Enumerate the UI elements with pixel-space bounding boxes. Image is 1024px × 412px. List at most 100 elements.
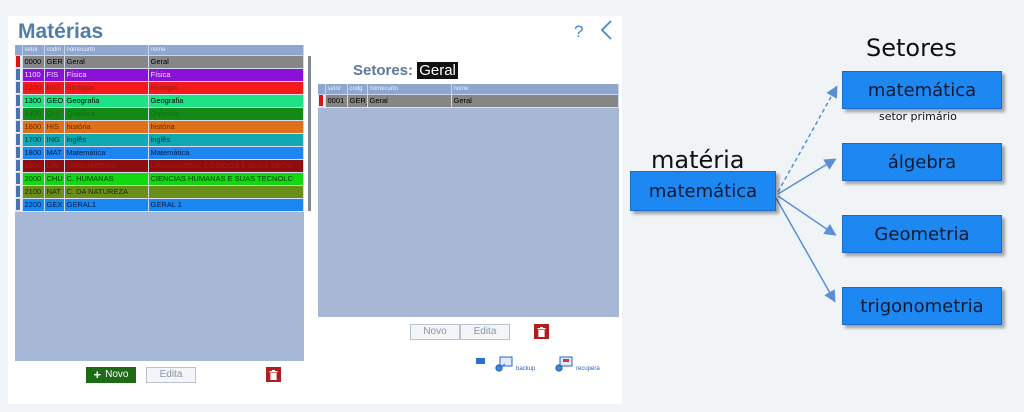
novo-setor-button[interactable]: Novo [410, 324, 460, 340]
novo-materia-button[interactable]: + Novo [86, 367, 136, 383]
setores-column-header[interactable]: codg [347, 84, 368, 95]
materias-window: Matérias ? setor codm nomecurto nome 0000 GE… [8, 16, 622, 404]
setores-column-header[interactable]: nome [451, 84, 619, 95]
cell-codm: CHU [44, 172, 65, 186]
cell-codm: BIO [44, 81, 65, 95]
cell-nomecurto: C. HUMANAS [64, 172, 149, 186]
materias-row[interactable]: 2100 NAT C. DA NATUREZA [15, 185, 304, 199]
cell-setor: 2000 [22, 172, 45, 186]
cell-nomecurto: Geral [367, 94, 452, 108]
cell-nomecurto: GERAL1 [64, 198, 149, 212]
chevron-left-icon[interactable] [598, 19, 616, 41]
novo-materia-label: Novo [105, 369, 129, 380]
restore-icon [555, 356, 573, 372]
materias-row[interactable]: 1100 FIS Física Física [15, 68, 304, 82]
materias-row[interactable]: 1900 LIN LINGUAGENS LINGUAGENS, CÓDIGOS E S… [15, 159, 304, 173]
cell-nome: LINGUAGENS, CÓDIGOS E SUAS TECN [148, 159, 304, 173]
target-box-matematica: matemática [842, 71, 1002, 109]
materias-column-header[interactable]: nomecurto [64, 45, 149, 56]
row-marker [16, 160, 20, 171]
cell-codm: GER [44, 55, 65, 69]
source-materia-box: matemática [630, 171, 776, 211]
cell-setor: 2100 [22, 185, 45, 199]
row-indicator [15, 68, 23, 82]
materias-row[interactable]: 1200 BIO Biologia Biologia [15, 81, 304, 95]
cell-nomecurto: inglês [64, 133, 149, 147]
row-indicator [15, 81, 23, 95]
setores-row[interactable]: 0001GER_GeralGeral [318, 94, 619, 108]
cell-nome: história [148, 120, 304, 134]
row-indicator [15, 133, 23, 147]
setores-diagram-heading: Setores [866, 34, 957, 62]
setores-header-row: setor codg nomecurto nome [318, 84, 619, 95]
materias-column-header[interactable]: nome [148, 45, 304, 56]
row-indicator [15, 198, 23, 212]
row-marker [16, 186, 20, 197]
setores-grid[interactable]: setorcodgnomecurtonome 0001GER_GeralGera… [318, 84, 619, 317]
materias-row[interactable]: 1300 GEO Geografia Geografia [15, 94, 304, 108]
row-marker [16, 95, 20, 106]
cell-nome: Biologia [148, 81, 304, 95]
selected-row-marker [16, 56, 20, 67]
cell-codm: GEO [44, 94, 65, 108]
cell-codm: NAT [44, 185, 65, 199]
help-icon[interactable]: ? [574, 22, 583, 42]
materias-row[interactable]: 1600 HIS história história [15, 120, 304, 134]
setores-column-header[interactable]: setor [325, 84, 348, 95]
recupera-button[interactable]: recupera [554, 356, 600, 372]
cell-codm: HIS [44, 120, 65, 134]
cell-nomecurto: Matemática [64, 146, 149, 160]
edita-materia-button[interactable]: Edita [146, 367, 196, 383]
edita-setor-button[interactable]: Edita [460, 324, 510, 340]
row-indicator [15, 172, 23, 186]
materias-row[interactable]: 0000 GER Geral Geral [15, 55, 304, 69]
cell-nomecurto: Geografia [64, 94, 149, 108]
trash-icon [537, 326, 546, 337]
cell-setor: 1800 [22, 146, 45, 160]
materias-row[interactable]: 1700 ING inglês inglês [15, 133, 304, 147]
materias-row[interactable]: 1400 QUI Química Química [15, 107, 304, 121]
setores-label: Setores: [353, 62, 414, 79]
cell-codm: GEX [44, 198, 65, 212]
cell-nome: Química [148, 107, 304, 121]
cell-nome: GERAL 1 [148, 198, 304, 212]
cell-setor: 0000 [22, 55, 45, 69]
delete-materia-button[interactable] [266, 367, 281, 382]
row-marker [16, 121, 20, 132]
materias-row[interactable]: 2200 GEX GERAL1 GERAL 1 [15, 198, 304, 212]
materias-column-header[interactable]: codm [44, 45, 65, 56]
cell-setor: 1200 [22, 81, 45, 95]
cell-setor: 2200 [22, 198, 45, 212]
cell-nomecurto: Química [64, 107, 149, 121]
cell-nome: Física [148, 68, 304, 82]
cell-nome [148, 185, 304, 199]
delete-setor-button[interactable] [534, 324, 549, 339]
cell-nomecurto: LINGUAGENS [64, 159, 149, 173]
cell-nome: Geral [451, 94, 619, 108]
primary-sector-caption: setor primário [879, 110, 957, 123]
small-blue-button[interactable] [476, 358, 485, 364]
cell-nomecurto: Geral [64, 55, 149, 69]
cell-setor: 1600 [22, 120, 45, 134]
materias-column-header[interactable]: setor [22, 45, 45, 56]
target-box-trigonometria: trigonometria [842, 287, 1002, 325]
materias-scrollbar[interactable] [308, 56, 311, 211]
backup-icon [495, 356, 513, 372]
row-marker [16, 173, 20, 184]
setores-current-value: Geral [417, 62, 458, 79]
materias-row[interactable]: 2000 CHU C. HUMANAS CIENCIAS HUMANAS E SUAS… [15, 172, 304, 186]
materias-grid[interactable]: setor codm nomecurto nome 0000 GER Geral Geral… [15, 45, 304, 361]
setores-heading: Setores: Geral [353, 62, 458, 79]
cell-codg: GER_ [347, 94, 368, 108]
target-box-algebra: álgebra [842, 143, 1002, 181]
row-indicator [15, 185, 23, 199]
materias-row[interactable]: 1800 MAT Matemática Matemática [15, 146, 304, 160]
target-box-geometria: Geometria [842, 215, 1002, 253]
row-indicator [15, 159, 23, 173]
backup-label: backup [516, 366, 536, 372]
backup-button[interactable]: backup [494, 356, 535, 372]
cell-nomecurto: Biologia [64, 81, 149, 95]
cell-setor: 1900 [22, 159, 45, 173]
cell-codm: MAT [44, 146, 65, 160]
setores-column-header[interactable]: nomecurto [367, 84, 452, 95]
